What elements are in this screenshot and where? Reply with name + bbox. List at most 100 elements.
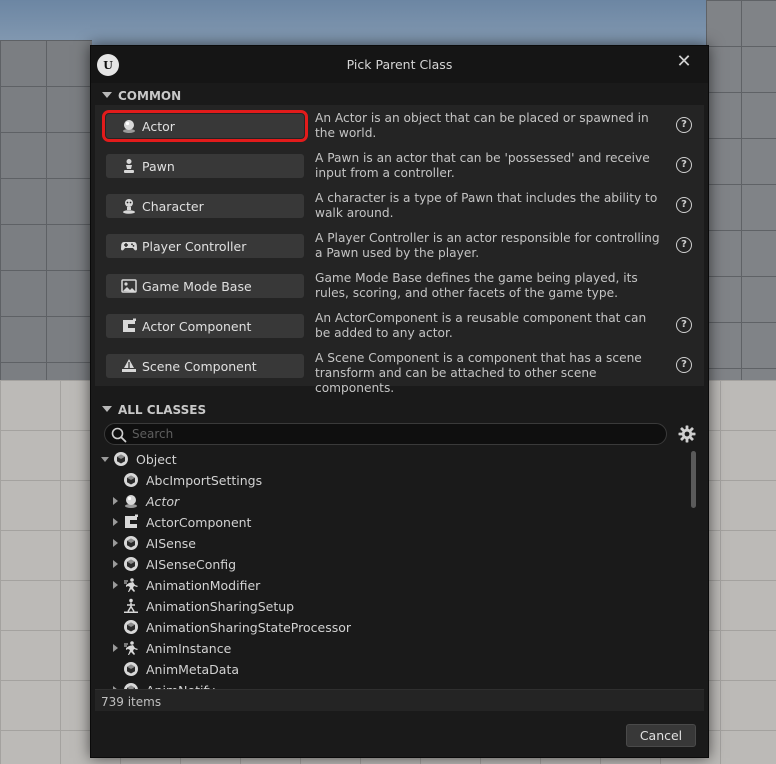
common-row-pawn: Pawn A Pawn is an actor that can be 'poss… [95, 145, 704, 185]
animation-sharing-icon [123, 598, 139, 614]
tree-row[interactable]: ActorComponent [95, 512, 685, 533]
all-classes-section-label: ALL CLASSES [118, 403, 207, 417]
class-button-label: Scene Component [142, 358, 257, 374]
pawn-button[interactable]: Pawn [106, 154, 304, 178]
tree-item-label: AnimInstance [146, 641, 232, 656]
help-icon[interactable]: ? [676, 197, 692, 213]
search-box [104, 423, 667, 445]
tree-row[interactable]: AISense [95, 533, 685, 554]
tree-row[interactable]: AnimInstance [95, 638, 685, 659]
common-section-header[interactable]: COMMON [95, 86, 704, 106]
help-icon[interactable]: ? [676, 357, 692, 373]
class-description: Game Mode Base defines the game being pl… [315, 271, 638, 300]
cancel-button[interactable]: Cancel [626, 724, 696, 747]
dialog-title: Pick Parent Class [346, 57, 453, 72]
class-tree: Object AbcImportSettings Actor ActorCompone… [95, 449, 704, 689]
class-button-label: Pawn [142, 158, 175, 174]
object-icon [123, 472, 139, 488]
object-icon [123, 661, 139, 677]
tree-item-label: AISenseConfig [146, 557, 237, 572]
tree-item-label: Actor [146, 494, 180, 509]
chevron-right-icon[interactable] [113, 539, 118, 547]
chevron-right-icon[interactable] [113, 560, 118, 568]
game-mode-base-button[interactable]: Game Mode Base [106, 274, 304, 298]
player-controller-button[interactable]: Player Controller [106, 234, 304, 258]
tree-row[interactable]: AbcImportSettings [95, 470, 685, 491]
help-icon[interactable]: ? [676, 317, 692, 333]
tree-item-label: AISense [146, 536, 196, 551]
object-icon [123, 535, 139, 551]
tree-row[interactable]: AnimationModifier [95, 575, 685, 596]
status-bar: 739 items [95, 689, 704, 711]
scene-component-icon [121, 358, 137, 374]
item-count: 739 items [101, 695, 162, 709]
help-icon[interactable]: ? [676, 237, 692, 253]
tree-item-label: Object [136, 452, 177, 467]
chevron-right-icon[interactable] [113, 497, 118, 505]
class-button-label: Game Mode Base [142, 278, 252, 294]
tree-row[interactable]: Object [95, 449, 685, 470]
tree-item-label: AnimationSharingSetup [146, 599, 295, 614]
common-row-actor: Actor An Actor is an object that can be p… [95, 105, 704, 145]
tree-item-label: AnimationModifier [146, 578, 261, 593]
actor-icon [123, 493, 139, 509]
common-row-character: Character A character is a type of Pawn t… [95, 185, 704, 225]
gamepad-icon [121, 238, 137, 254]
game-mode-icon [121, 278, 137, 294]
chevron-right-icon[interactable] [113, 644, 118, 652]
common-classes-list: Actor An Actor is an object that can be p… [95, 105, 704, 395]
actor-icon [121, 118, 137, 134]
class-description: An ActorComponent is a reusable componen… [315, 311, 647, 340]
all-classes-section-header[interactable]: ALL CLASSES [95, 400, 704, 420]
tree-item-label: ActorComponent [146, 515, 252, 530]
animation-icon [123, 577, 139, 593]
actor-component-icon [123, 514, 139, 530]
object-icon [123, 619, 139, 635]
common-row-actor-component: Actor Component An ActorComponent is a re… [95, 305, 704, 345]
tree-row[interactable]: AnimNotify [95, 680, 685, 689]
gear-icon[interactable] [677, 424, 697, 444]
class-description: A Scene Component is a component that ha… [315, 351, 642, 395]
class-description: A Pawn is an actor that can be 'possesse… [315, 151, 650, 180]
animation-icon [123, 640, 139, 656]
class-button-label: Actor Component [142, 318, 252, 334]
actor-component-button[interactable]: Actor Component [106, 314, 304, 338]
common-section-label: COMMON [118, 89, 182, 103]
scrollbar-thumb[interactable] [691, 451, 696, 508]
collapse-triangle-icon[interactable] [102, 406, 112, 412]
tree-row[interactable]: Actor [95, 491, 685, 512]
scene-component-button[interactable]: Scene Component [106, 354, 304, 378]
common-row-player-controller: Player Controller A Player Controller is … [95, 225, 704, 265]
chevron-down-icon[interactable] [101, 457, 109, 462]
actor-button[interactable]: Actor [102, 110, 308, 142]
object-icon [123, 682, 139, 689]
close-icon[interactable]: ✕ [675, 53, 693, 71]
object-icon [113, 451, 129, 467]
search-input[interactable] [132, 426, 652, 442]
pawn-icon [121, 158, 137, 174]
dialog-titlebar: U Pick Parent Class ✕ [91, 46, 708, 83]
tree-item-label: AbcImportSettings [146, 473, 263, 488]
common-row-scene-component: Scene Component A Scene Component is a co… [95, 345, 704, 395]
tree-row[interactable]: AnimMetaData [95, 659, 685, 680]
help-icon[interactable]: ? [676, 117, 692, 133]
character-icon [121, 198, 137, 214]
object-icon [123, 556, 139, 572]
tree-row[interactable]: AISenseConfig [95, 554, 685, 575]
tree-item-label: AnimationSharingStateProcessor [146, 620, 352, 635]
tree-row[interactable]: AnimationSharingStateProcessor [95, 617, 685, 638]
grid-wall-right [706, 0, 776, 400]
class-description: An Actor is an object that can be placed… [315, 111, 649, 140]
class-button-label: Character [142, 198, 204, 214]
search-icon [111, 427, 127, 443]
class-description: A Player Controller is an actor responsi… [315, 231, 660, 260]
actor-component-icon [121, 318, 137, 334]
class-button-label: Player Controller [142, 238, 247, 254]
help-icon[interactable]: ? [676, 157, 692, 173]
chevron-right-icon[interactable] [113, 518, 118, 526]
tree-row[interactable]: AnimationSharingSetup [95, 596, 685, 617]
character-button[interactable]: Character [106, 194, 304, 218]
pick-parent-class-dialog: U Pick Parent Class ✕ COMMON Actor An Act… [90, 45, 709, 758]
collapse-triangle-icon[interactable] [102, 92, 112, 98]
chevron-right-icon[interactable] [113, 581, 118, 589]
